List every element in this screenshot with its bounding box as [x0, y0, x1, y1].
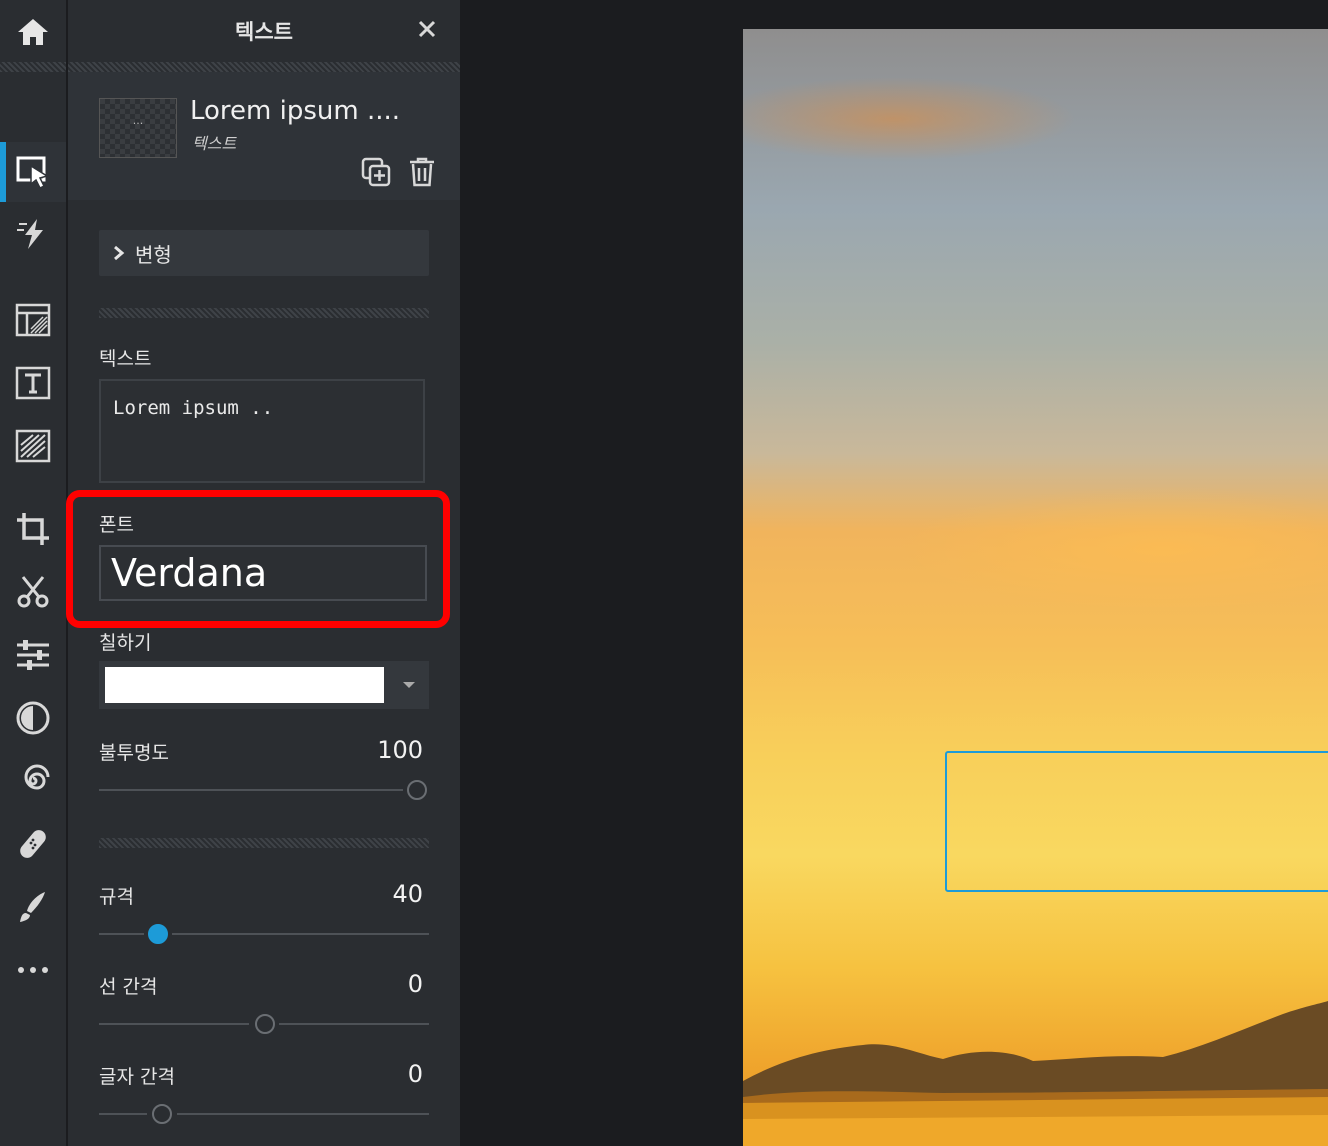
delete-layer-button[interactable] — [406, 156, 438, 188]
duplicate-layer-button[interactable] — [360, 156, 392, 188]
cut-tool-button[interactable] — [0, 566, 66, 618]
texture-tool-button[interactable] — [0, 420, 66, 472]
line-spacing-label: 선 간격 — [99, 976, 158, 998]
sunset-photo — [743, 1001, 1328, 1146]
opacity-slider-handle[interactable] — [407, 780, 427, 800]
layer-type: 텍스트 — [192, 134, 237, 153]
font-selector[interactable]: Verdana — [99, 545, 427, 601]
section-divider-2 — [99, 838, 429, 848]
opacity-value: 100 — [377, 736, 423, 764]
close-icon — [418, 20, 436, 38]
line-spacing-slider[interactable] — [99, 1012, 429, 1036]
text-icon — [15, 366, 51, 400]
text-content-input[interactable]: Lorem ipsum .. — [99, 379, 425, 483]
trash-icon — [410, 157, 434, 187]
text-label: 텍스트 — [99, 348, 152, 370]
more-tools-button[interactable] — [0, 944, 66, 996]
bandage-icon — [20, 830, 46, 858]
line-spacing-value: 0 — [407, 970, 423, 998]
layout-icon — [15, 303, 51, 337]
select-tool-button[interactable] — [0, 142, 66, 202]
fill-color-swatch[interactable] — [105, 667, 384, 703]
adjust-icon — [17, 640, 49, 670]
font-value: Verdana — [111, 551, 268, 595]
layout-tool-button[interactable] — [0, 294, 66, 346]
panel-header: 텍스트 — [68, 0, 460, 62]
brush-icon — [20, 892, 45, 922]
transform-section-toggle[interactable]: 변형 — [99, 230, 429, 276]
more-icon — [18, 967, 48, 973]
header-divider — [68, 62, 460, 72]
home-button[interactable] — [0, 6, 66, 58]
opacity-label: 불투명도 — [99, 742, 169, 764]
fill-dropdown-button[interactable] — [389, 661, 429, 709]
swirl-tool-button[interactable] — [0, 755, 66, 807]
adjust-tool-button[interactable] — [0, 629, 66, 681]
letter-spacing-slider[interactable] — [99, 1102, 429, 1126]
line-spacing-slider-handle[interactable] — [255, 1014, 275, 1034]
magic-icon — [17, 219, 43, 249]
filter-icon — [16, 701, 50, 735]
text-properties-panel: 텍스트 ··· Lorem ipsum .... 텍스트 변형 텍스트 Lore… — [68, 0, 460, 1146]
size-slider[interactable] — [99, 922, 429, 946]
section-divider — [99, 308, 429, 318]
duplicate-icon — [361, 157, 391, 187]
home-icon — [18, 19, 48, 45]
heal-tool-button[interactable] — [0, 818, 66, 870]
size-value: 40 — [392, 880, 423, 908]
text-tool-button[interactable] — [0, 357, 66, 409]
magic-tool-button[interactable] — [0, 208, 66, 260]
select-icon — [16, 156, 49, 190]
size-label: 규격 — [99, 886, 134, 908]
panel-title: 텍스트 — [235, 20, 293, 44]
cut-icon — [17, 576, 49, 608]
swirl-icon — [24, 764, 50, 790]
rail-divider — [0, 62, 66, 72]
fill-label: 칠하기 — [99, 632, 152, 654]
layer-card: ··· Lorem ipsum .... 텍스트 — [68, 72, 460, 200]
crop-icon — [17, 513, 49, 545]
layer-thumbnail[interactable]: ··· — [99, 98, 177, 158]
transform-label: 변형 — [135, 242, 172, 267]
layer-name: Lorem ipsum .... — [190, 96, 401, 126]
filter-tool-button[interactable] — [0, 692, 66, 744]
chevron-right-icon — [114, 245, 125, 261]
opacity-slider[interactable] — [99, 778, 429, 802]
letter-spacing-value: 0 — [407, 1060, 423, 1088]
text-content-value: Lorem ipsum .. — [113, 397, 274, 419]
close-panel-button[interactable] — [412, 14, 442, 44]
tool-rail — [0, 0, 68, 1146]
text-layer-bounding-box[interactable] — [945, 751, 1328, 892]
fill-color-picker[interactable] — [99, 661, 429, 709]
brush-tool-button[interactable] — [0, 881, 66, 933]
crop-tool-button[interactable] — [0, 503, 66, 555]
letter-spacing-label: 글자 간격 — [99, 1066, 175, 1088]
font-label: 폰트 — [99, 514, 134, 536]
caret-down-icon — [403, 682, 415, 688]
letter-spacing-slider-handle[interactable] — [152, 1104, 172, 1124]
size-slider-handle[interactable] — [148, 924, 168, 944]
image-canvas[interactable] — [743, 29, 1328, 1146]
texture-icon — [15, 429, 51, 463]
